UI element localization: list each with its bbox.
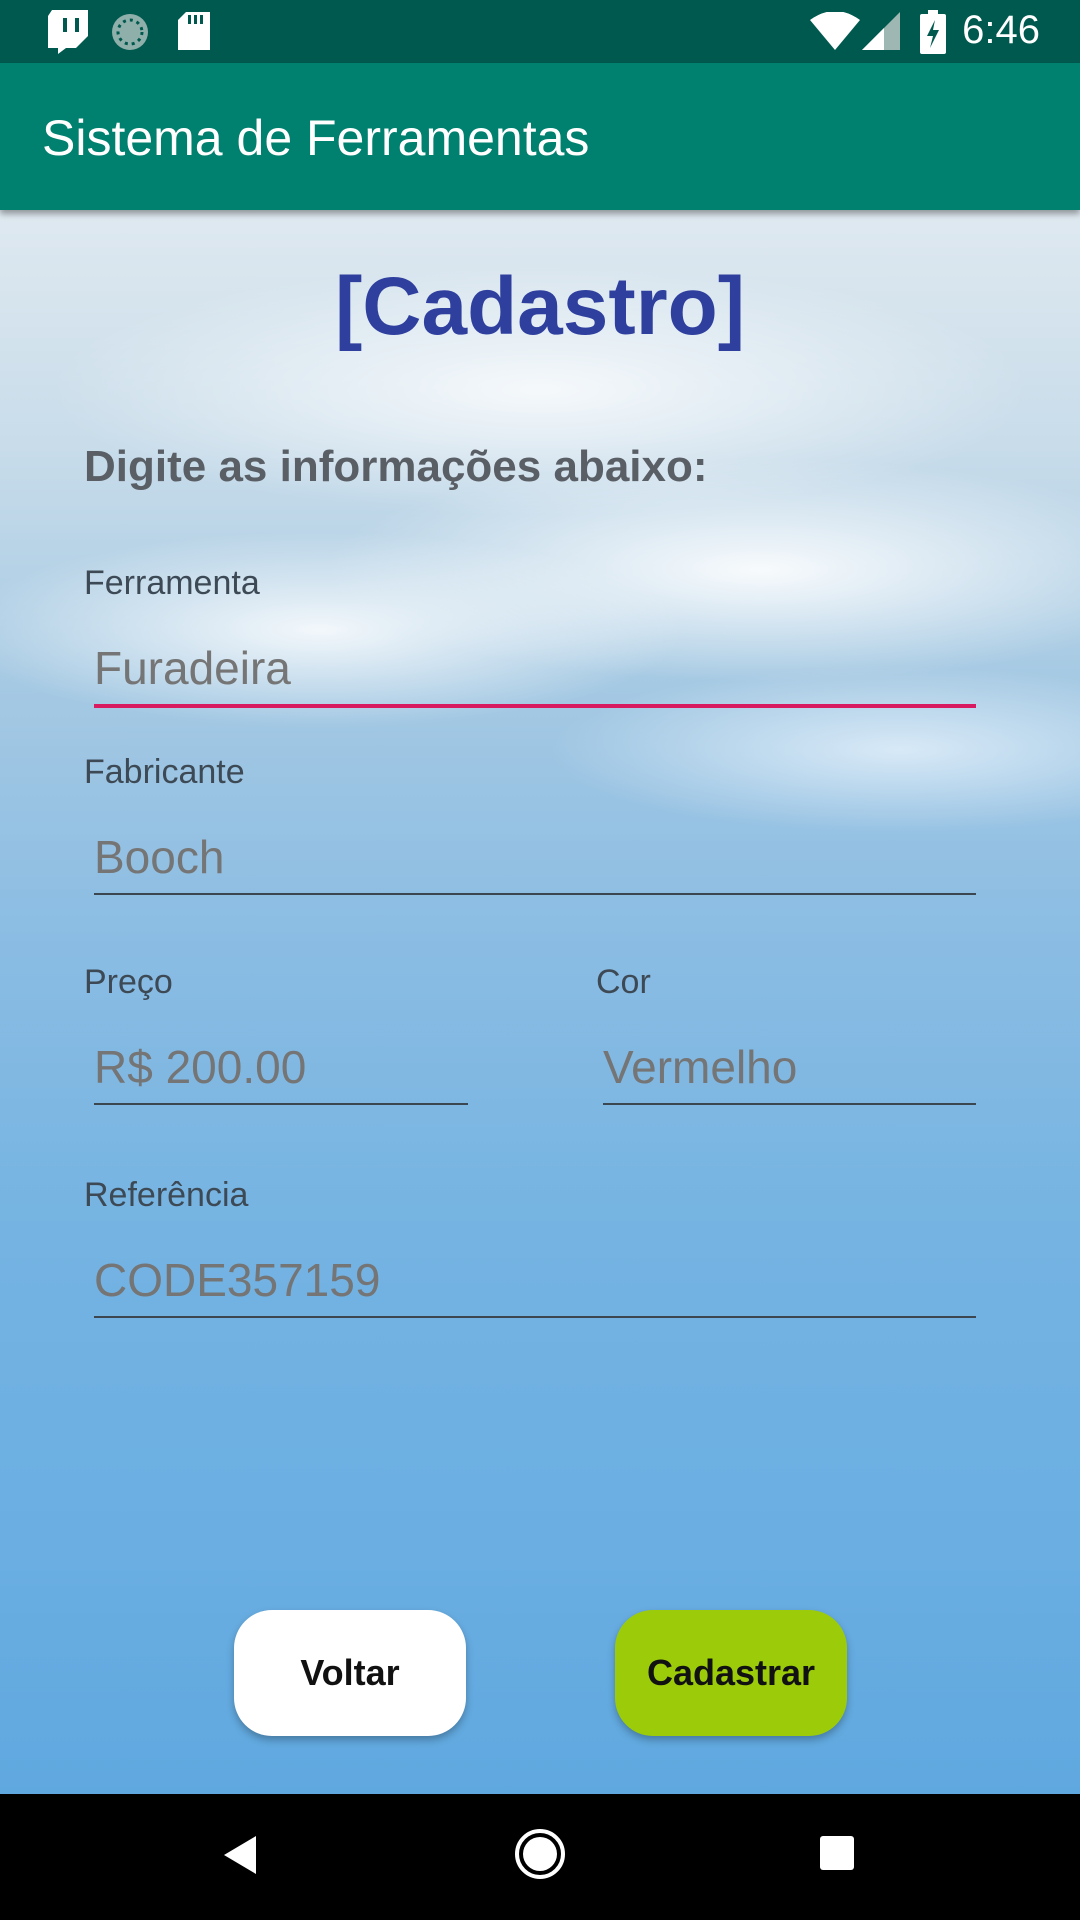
app-title: Sistema de Ferramentas [42, 110, 590, 166]
ferramenta-input[interactable] [94, 638, 976, 698]
signal-icon [862, 12, 900, 55]
preco-label: Preço [84, 963, 173, 1001]
wifi-icon [810, 11, 860, 55]
cor-underline [603, 1103, 976, 1105]
ferramenta-label: Ferramenta [84, 564, 260, 602]
battery-charging-icon [920, 10, 946, 59]
recents-icon[interactable] [820, 1836, 854, 1875]
fabricante-input[interactable] [94, 827, 976, 887]
status-time: 6:46 [962, 8, 1040, 52]
fabricante-underline [94, 893, 976, 895]
fabricante-label: Fabricante [84, 753, 245, 791]
page-heading: [Cadastro] [334, 261, 746, 352]
referencia-input[interactable] [94, 1250, 976, 1310]
home-icon[interactable] [514, 1828, 566, 1885]
referencia-label: Referência [84, 1176, 249, 1214]
cor-label: Cor [596, 963, 651, 1001]
loading-icon [110, 12, 150, 57]
preco-underline [94, 1103, 468, 1105]
app-bar: Sistema de Ferramentas [0, 63, 1080, 210]
submit-button[interactable]: Cadastrar [615, 1610, 847, 1736]
sd-card-icon [178, 12, 210, 55]
ferramenta-underline [94, 704, 976, 708]
navigation-bar [0, 1794, 1080, 1920]
cor-input[interactable] [603, 1037, 976, 1097]
instructions-text: Digite as informações abaixo: [84, 442, 708, 491]
form-screen: [Cadastro] Digite as informações abaixo:… [0, 210, 1080, 1794]
back-icon[interactable] [222, 1834, 258, 1881]
referencia-underline [94, 1316, 976, 1318]
back-button[interactable]: Voltar [234, 1610, 466, 1736]
status-bar: 6:46 [0, 0, 1080, 63]
twitch-icon [48, 10, 90, 59]
preco-input[interactable] [94, 1037, 468, 1097]
